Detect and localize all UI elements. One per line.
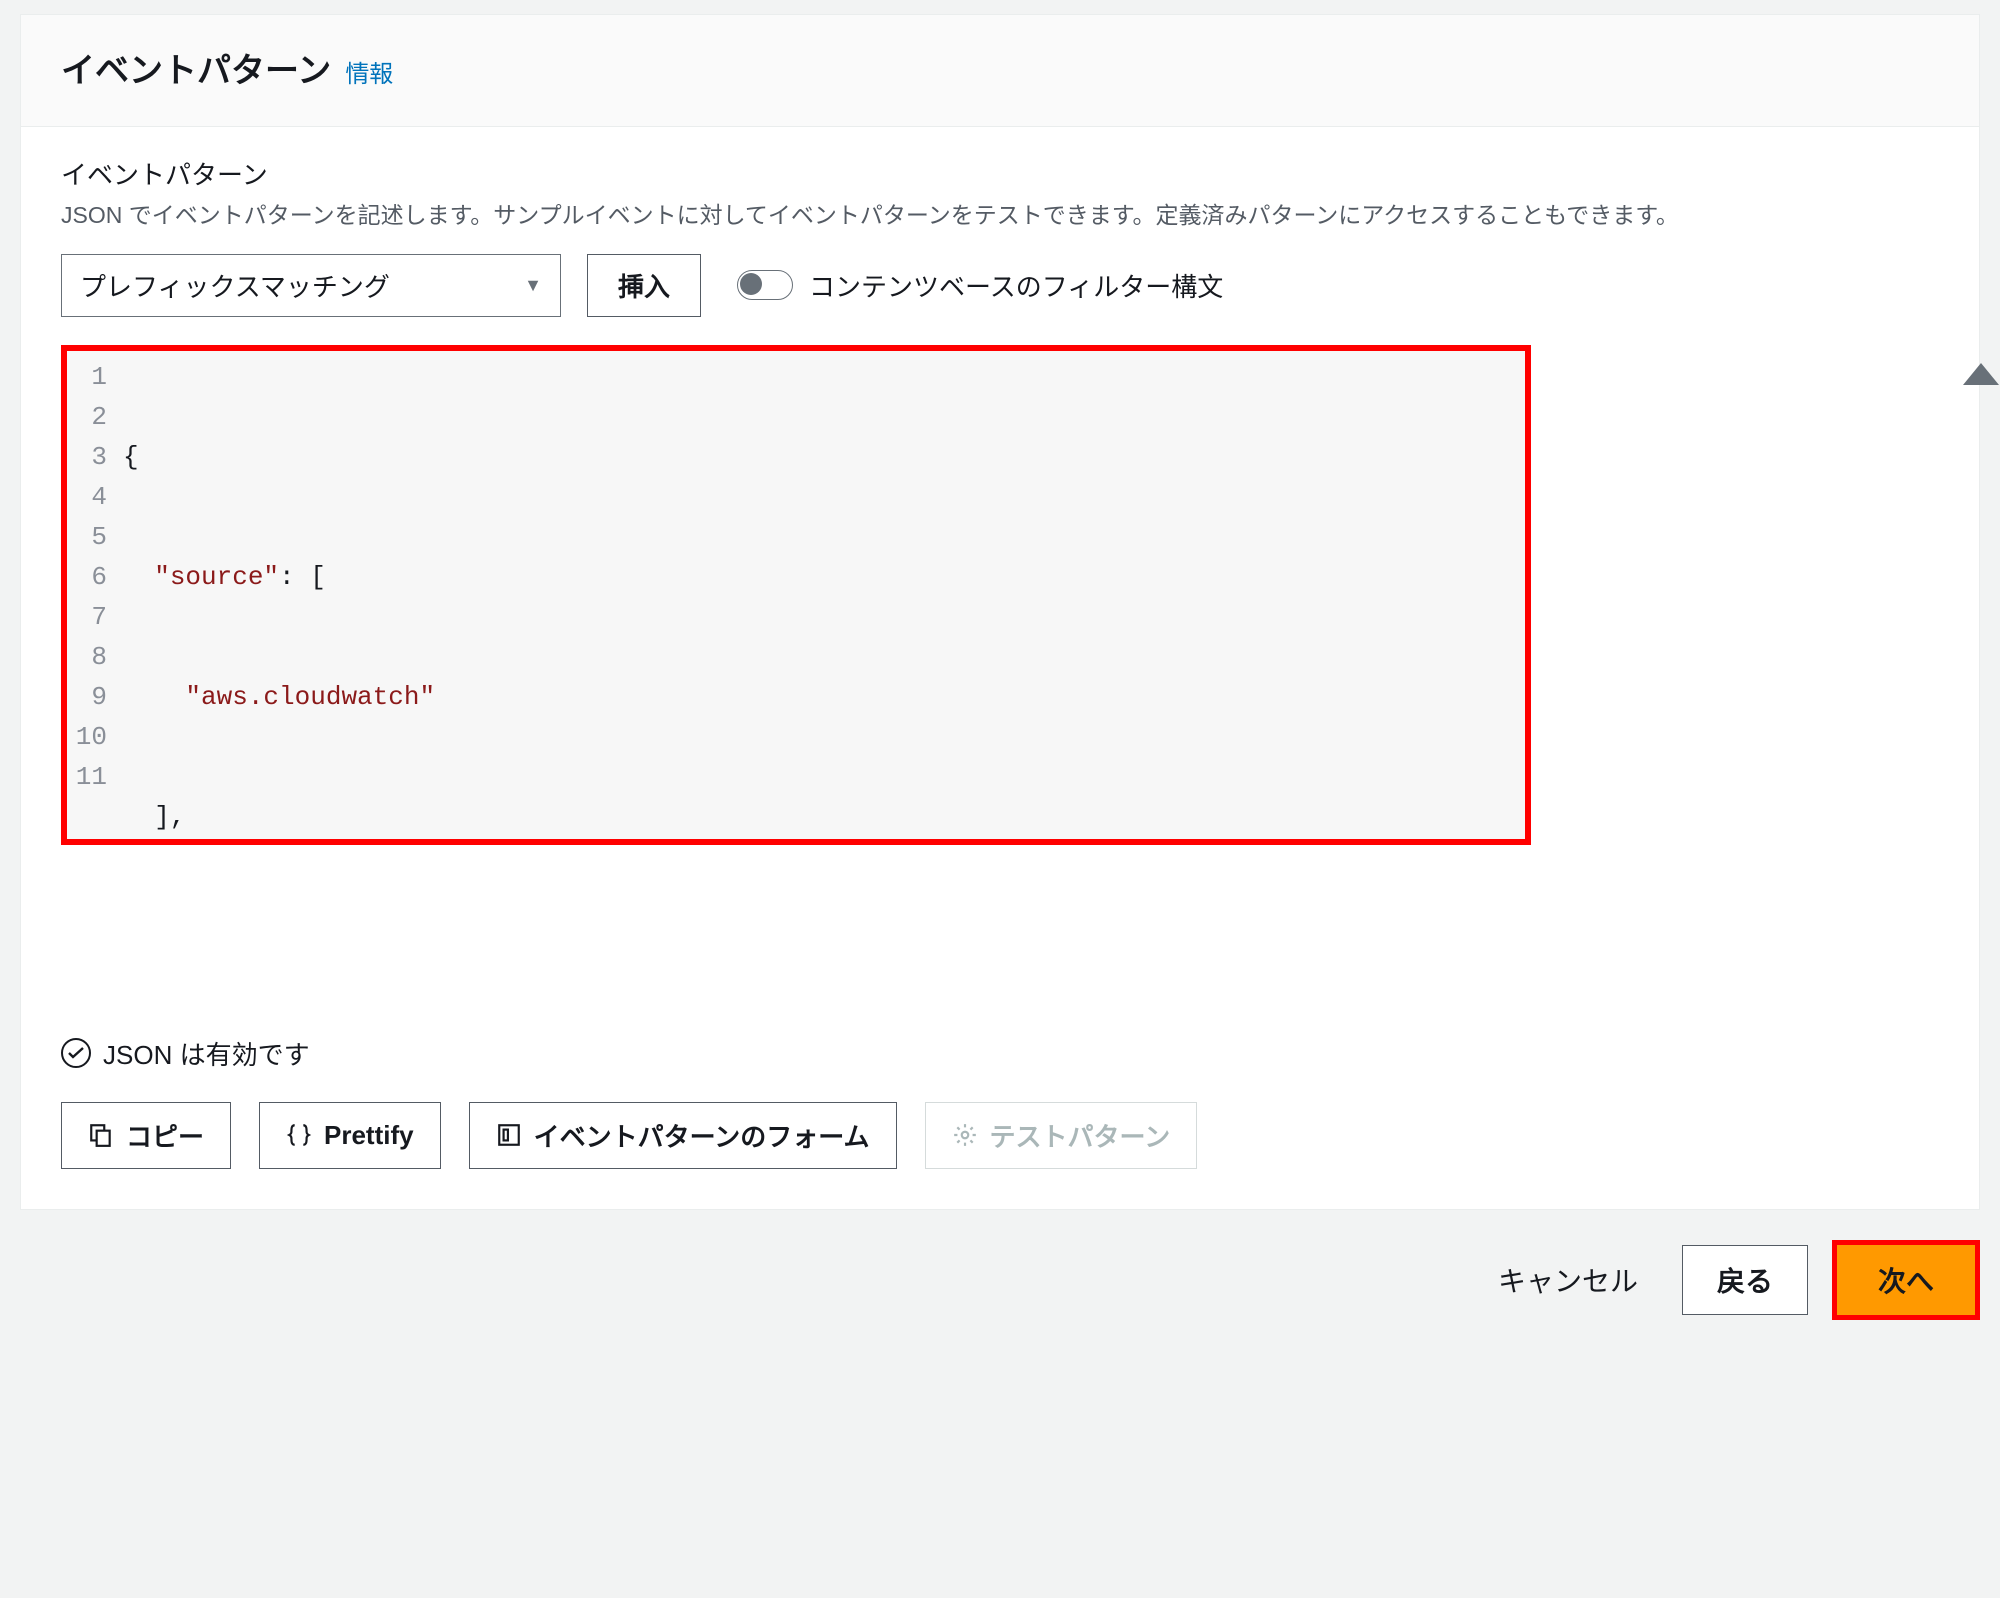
code-area: { "source": [ "aws.cloudwatch" ], "detai… — [123, 357, 1525, 845]
event-pattern-form-button[interactable]: イベントパターンのフォーム — [469, 1102, 897, 1169]
gutter-line: 9 — [67, 677, 113, 717]
form-icon — [496, 1122, 522, 1148]
wizard-footer: キャンセル 戻る 次へ — [0, 1210, 2000, 1320]
toggle-knob — [740, 273, 762, 295]
info-link[interactable]: 情報 — [345, 54, 393, 89]
code-text: ], — [154, 802, 185, 832]
test-pattern-button[interactable]: テストパターン — [925, 1102, 1198, 1169]
code-editor-wrap: 1 2 3 4 5 6 7 8 9 10 11 { "source": [ "a… — [61, 345, 1939, 1072]
content-filter-toggle[interactable] — [737, 270, 793, 300]
matching-type-value: プレフィックスマッチング — [80, 267, 390, 304]
prettify-label: Prettify — [324, 1120, 414, 1151]
copy-button[interactable]: コピー — [61, 1102, 231, 1169]
check-circle-icon — [61, 1038, 91, 1068]
copy-icon — [88, 1122, 114, 1148]
back-button[interactable]: 戻る — [1682, 1245, 1808, 1315]
next-button-highlight: 次へ — [1832, 1240, 1980, 1320]
code-text: "aws.cloudwatch" — [185, 682, 435, 712]
code-text: "source" — [154, 562, 279, 592]
content-filter-toggle-group: コンテンツベースのフィルター構文 — [737, 267, 1223, 304]
code-text: { — [123, 442, 139, 472]
matching-type-select[interactable]: プレフィックスマッチング ▼ — [61, 254, 561, 317]
prettify-button[interactable]: Prettify — [259, 1102, 441, 1169]
code-gutter: 1 2 3 4 5 6 7 8 9 10 11 — [67, 357, 113, 797]
gutter-line: 8 — [67, 637, 113, 677]
insert-button[interactable]: 挿入 — [587, 254, 701, 317]
panel-body: イベントパターン JSON でイベントパターンを記述します。サンプルイベントに対… — [21, 127, 1979, 1209]
event-pattern-panel: イベントパターン 情報 イベントパターン JSON でイベントパターンを記述しま… — [20, 14, 1980, 1210]
next-button[interactable]: 次へ — [1837, 1245, 1975, 1315]
panel-header: イベントパターン 情報 — [21, 15, 1979, 127]
gutter-line: 10 — [67, 717, 113, 757]
cancel-button[interactable]: キャンセル — [1478, 1246, 1658, 1314]
gear-icon — [952, 1122, 978, 1148]
event-pattern-form-label: イベントパターンのフォーム — [534, 1117, 870, 1154]
json-valid-text: JSON は有効です — [103, 1035, 310, 1072]
gutter-line: 4 — [67, 477, 113, 517]
gutter-line: 5 — [67, 517, 113, 557]
code-text: : [ — [279, 562, 326, 592]
gutter-line: 7 — [67, 597, 113, 637]
json-valid-status: JSON は有効です — [61, 1025, 1939, 1072]
braces-icon — [286, 1122, 312, 1148]
controls-row: プレフィックスマッチング ▼ 挿入 コンテンツベースのフィルター構文 — [61, 254, 1939, 317]
gutter-line: 2 — [67, 397, 113, 437]
editor-action-row: コピー Prettify イベントパターンのフォーム テストパターン — [61, 1102, 1939, 1169]
code-editor[interactable]: 1 2 3 4 5 6 7 8 9 10 11 { "source": [ "a… — [61, 345, 1531, 845]
section-description: JSON でイベントパターンを記述します。サンプルイベントに対してイベントパター… — [61, 198, 1939, 234]
chevron-down-icon: ▼ — [524, 275, 542, 296]
test-pattern-label: テストパターン — [990, 1117, 1171, 1154]
scroll-up-icon[interactable] — [1963, 363, 1999, 385]
copy-label: コピー — [126, 1117, 204, 1154]
gutter-line: 11 — [67, 757, 113, 797]
gutter-line: 3 — [67, 437, 113, 477]
section-label: イベントパターン — [61, 155, 1939, 192]
panel-title: イベントパターン — [61, 43, 331, 92]
content-filter-toggle-label: コンテンツベースのフィルター構文 — [809, 267, 1223, 304]
gutter-line: 6 — [67, 557, 113, 597]
gutter-line: 1 — [67, 357, 113, 397]
